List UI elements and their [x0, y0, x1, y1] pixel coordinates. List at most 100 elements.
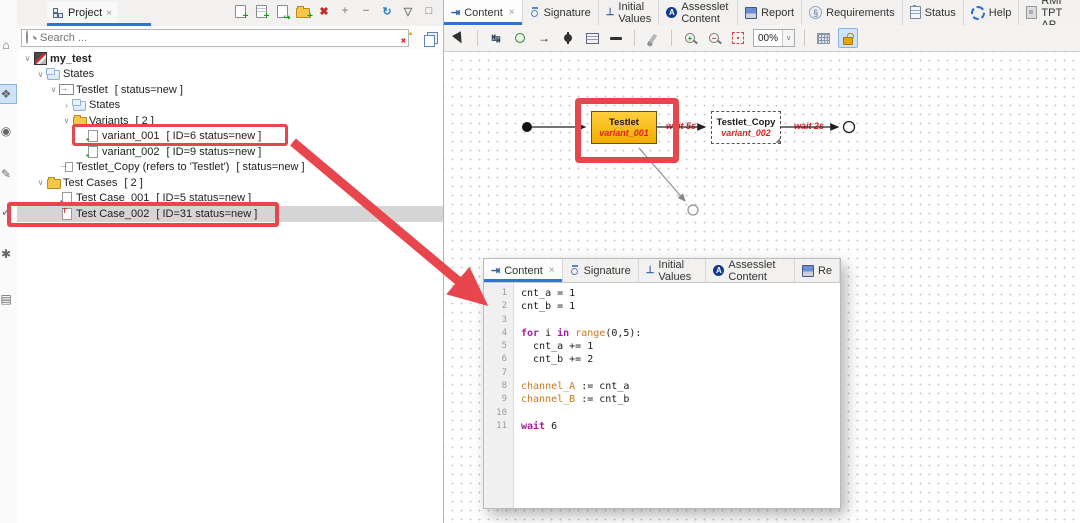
- format-brush-button[interactable]: [644, 29, 662, 47]
- code-line-text: wait 6: [513, 420, 557, 433]
- tab-assesslet-content[interactable]: Assesslet Content: [659, 0, 739, 25]
- tab-report[interactable]: Report: [738, 0, 803, 25]
- image-icon[interactable]: ▤: [0, 290, 16, 308]
- tree-item-test-case-002[interactable]: Test Case_002 [ ID=31 status=new ]: [17, 206, 443, 222]
- testlet-copy-state-box[interactable]: Testlet_Copy variant_002 ◢: [711, 111, 781, 144]
- initial-node[interactable]: [522, 122, 532, 132]
- code-line[interactable]: 11 wait 6: [484, 420, 840, 433]
- refresh-icon[interactable]: ↻: [379, 3, 395, 19]
- code-token: i: [539, 327, 558, 339]
- tree-item-variants[interactable]: ∨ Variants [ 2 ]: [17, 113, 443, 129]
- zoom-in-button[interactable]: +: [681, 29, 699, 47]
- link-icon[interactable]: ◉: [0, 122, 16, 140]
- code-line[interactable]: 8 channel_A := cnt_a: [484, 380, 840, 393]
- tab-content[interactable]: ⇥ Content ×: [444, 0, 523, 25]
- project-view-icon[interactable]: ❖: [0, 84, 17, 104]
- code-line[interactable]: 4 for i in range(0,5):: [484, 327, 840, 340]
- tab-status[interactable]: Status: [903, 0, 964, 25]
- tab-initial-values[interactable]: ⊥ Initial Values: [639, 259, 707, 283]
- tree-item-states[interactable]: ∨ States: [17, 67, 443, 83]
- tab-label: Assesslet Content: [728, 258, 776, 283]
- final-node[interactable]: [842, 120, 856, 134]
- project-panel-header: Project × ✖ +−↻ ▽ □: [17, 0, 443, 27]
- transition-tool-button[interactable]: →: [535, 29, 553, 47]
- junction-tool-button[interactable]: [511, 29, 529, 47]
- code-line[interactable]: 5 cnt_a += 1: [484, 340, 840, 353]
- new-testlet-icon[interactable]: [253, 3, 270, 22]
- chevron-down-icon[interactable]: ∨: [61, 116, 72, 125]
- new-file-icon[interactable]: [232, 3, 249, 22]
- chevron-down-icon[interactable]: ∨: [782, 30, 795, 46]
- tab-content[interactable]: ⇥ Content ×: [484, 259, 563, 282]
- select-tool-button[interactable]: [450, 29, 468, 47]
- zoom-out-button[interactable]: −: [705, 29, 723, 47]
- tab-signature[interactable]: Signature: [563, 259, 639, 282]
- textbox-tool-button[interactable]: [583, 29, 601, 47]
- final-state-tool-button[interactable]: [559, 29, 577, 47]
- close-icon[interactable]: ×: [549, 265, 555, 276]
- chevron-down-icon[interactable]: ∨: [48, 85, 59, 94]
- zoom-fit-button[interactable]: [729, 29, 747, 47]
- search-input[interactable]: [21, 29, 409, 47]
- annotation-outline-testlet-box: [575, 98, 679, 163]
- project-toolbar: ✖ +−↻ ▽ □: [232, 3, 437, 22]
- tab-assesslet-content[interactable]: Assesslet Content: [706, 258, 795, 283]
- delete-icon[interactable]: ✖: [316, 3, 332, 19]
- code-line-text: cnt_b += 2: [513, 353, 593, 366]
- close-icon[interactable]: ×: [106, 8, 112, 19]
- chevron-right-icon[interactable]: ›: [61, 101, 72, 110]
- code-line[interactable]: 3: [484, 314, 840, 327]
- code-line[interactable]: 10: [484, 407, 840, 420]
- line-number: 9: [501, 394, 507, 405]
- tree-item-label: Testlet_Copy (refers to 'Testlet'): [76, 161, 230, 174]
- line-number: 2: [501, 301, 507, 312]
- collapse-all-icon[interactable]: −: [358, 3, 374, 19]
- chevron-down-icon[interactable]: ∨: [35, 70, 46, 79]
- tree-item-testlet-copy-refers-to-testlet[interactable]: Testlet_Copy (refers to 'Testlet') [ stat…: [17, 160, 443, 176]
- new-folder-icon[interactable]: [295, 3, 313, 22]
- line-tool-icon: [610, 36, 622, 40]
- expand-all-icon[interactable]: +: [337, 3, 353, 19]
- tools-icon[interactable]: ✱: [0, 245, 16, 263]
- tab-initial-values[interactable]: ⊥ Initial Values: [599, 0, 660, 25]
- line-tool-button[interactable]: [607, 29, 625, 47]
- tree-item-variant-002[interactable]: variant_002 [ ID=9 status=new ]: [17, 144, 443, 160]
- code-line[interactable]: 6 cnt_b += 2: [484, 353, 840, 366]
- tab-signature[interactable]: Signature: [523, 0, 599, 25]
- junction-node[interactable]: [687, 204, 699, 216]
- home-icon[interactable]: ⌂: [0, 36, 16, 54]
- tree-item-my-test[interactable]: ∨ my_test: [17, 51, 443, 67]
- tab-help[interactable]: Help: [964, 0, 1020, 25]
- tab-re[interactable]: Re: [795, 259, 840, 282]
- close-icon[interactable]: ×: [509, 7, 515, 18]
- import-icon[interactable]: [274, 3, 291, 22]
- state-tool-button[interactable]: ↹: [487, 29, 505, 47]
- tree-item-states[interactable]: › States: [17, 98, 443, 114]
- dropdown-icon[interactable]: ▽: [400, 3, 416, 19]
- chevron-down-icon[interactable]: ∨: [35, 178, 46, 187]
- code-editor[interactable]: 1 cnt_a = 1 2 cnt_b = 1 3 4 for i in range(0,5…: [484, 283, 840, 508]
- code-line[interactable]: 2 cnt_b = 1: [484, 300, 840, 313]
- tab-project[interactable]: Project ×: [47, 2, 119, 24]
- grid-button[interactable]: [814, 29, 832, 47]
- tree-item-testlet[interactable]: ∨ Testlet [ status=new ]: [17, 82, 443, 98]
- lock-button[interactable]: [838, 28, 859, 48]
- duplicates-icon[interactable]: [423, 30, 439, 47]
- tree-item-test-case-001[interactable]: Test Case_001 [ ID=5 status=new ]: [17, 191, 443, 207]
- filter-icon[interactable]: [399, 30, 415, 46]
- chevron-down-icon[interactable]: ∨: [22, 54, 33, 63]
- tree-item-variant-001[interactable]: variant_001 [ ID=6 status=new ]: [17, 129, 443, 145]
- tab-rmi-tpt-ap[interactable]: RMI TPT AP: [1019, 0, 1080, 31]
- tree-item-label: Variants: [89, 114, 129, 127]
- tab-requirements[interactable]: Requirements: [802, 0, 903, 25]
- code-line[interactable]: 1 cnt_a = 1: [484, 287, 840, 300]
- edit-icon[interactable]: ✎: [0, 165, 16, 183]
- tree-item-label: States: [63, 68, 95, 81]
- maximize-icon[interactable]: □: [421, 3, 437, 19]
- code-line[interactable]: 7: [484, 367, 840, 380]
- tree-item-test-cases[interactable]: ∨ Test Cases [ 2 ]: [17, 175, 443, 191]
- check-icon[interactable]: ✓: [0, 203, 16, 221]
- tpt-project-icon: [33, 52, 48, 66]
- code-line[interactable]: 9 channel_B := cnt_b: [484, 393, 840, 406]
- zoom-level-combo[interactable]: 00% ∨: [753, 29, 796, 47]
